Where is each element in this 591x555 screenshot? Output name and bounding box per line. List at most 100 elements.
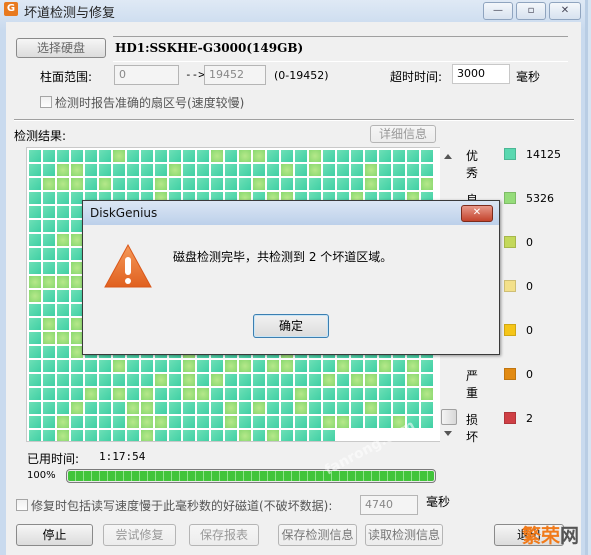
sector-cell (225, 374, 237, 386)
legend-label: 严重 (466, 369, 479, 400)
sector-cell (239, 164, 251, 176)
window-title: 坏道检测与修复 (24, 6, 116, 21)
sector-cell (225, 402, 237, 414)
sector-cell (253, 430, 265, 441)
sector-cell (393, 388, 405, 400)
select-disk-button[interactable]: 选择硬盘 (16, 38, 106, 58)
close-button[interactable]: ✕ (549, 2, 581, 20)
sector-cell (351, 164, 363, 176)
dialog-ok-button[interactable]: 确定 (253, 314, 329, 338)
sector-cell (99, 388, 111, 400)
sector-cell (407, 178, 419, 190)
sector-cell (57, 290, 69, 302)
sector-cell (29, 220, 41, 232)
dialog-close-button[interactable]: ✕ (461, 205, 493, 222)
report-exact-sector-checkbox[interactable] (40, 96, 52, 108)
legend-count: 5326 (526, 192, 554, 205)
sector-cell (71, 416, 83, 428)
sector-cell (323, 360, 335, 372)
minimize-button[interactable]: — (483, 2, 513, 20)
sector-cell (57, 262, 69, 274)
sector-cell (29, 164, 41, 176)
sector-cell (337, 360, 349, 372)
scroll-up-arrow-icon[interactable] (444, 154, 452, 159)
sector-cell (85, 164, 97, 176)
sector-cell (337, 150, 349, 162)
sector-cell (393, 150, 405, 162)
sector-cell (99, 178, 111, 190)
sector-cell (43, 374, 55, 386)
sector-cell (155, 388, 167, 400)
sector-cell (43, 248, 55, 260)
legend-swatch (504, 280, 516, 292)
sector-cell (253, 360, 265, 372)
sector-cell (323, 430, 335, 441)
sector-cell (379, 374, 391, 386)
legend-label: 损坏 (466, 413, 479, 444)
bad-sector-window: G 坏道检测与修复 — ▫ ✕ 选择硬盘 HD1:SSKHE-G3000(149… (0, 0, 588, 555)
sector-cell (85, 150, 97, 162)
cylinder-from-input[interactable]: 0 (114, 65, 179, 85)
maximize-button[interactable]: ▫ (516, 2, 546, 20)
sector-cell (127, 360, 139, 372)
sector-cell (365, 178, 377, 190)
sector-cell (57, 164, 69, 176)
sector-cell (197, 430, 209, 441)
sector-cell (141, 164, 153, 176)
sector-cell (253, 416, 265, 428)
try-repair-button[interactable]: 尝试修复 (103, 524, 176, 546)
sector-cell (309, 150, 321, 162)
sector-cell (379, 416, 391, 428)
sector-cell (57, 234, 69, 246)
scroll-down-arrow-icon[interactable] (444, 431, 452, 436)
sector-cell (183, 402, 195, 414)
sector-cell (323, 150, 335, 162)
sector-cell (29, 276, 41, 288)
sector-cell (113, 178, 125, 190)
sector-cell (43, 346, 55, 358)
sector-cell (281, 178, 293, 190)
save-report-button[interactable]: 保存报表 (189, 524, 259, 546)
sector-cell (141, 374, 153, 386)
sector-cell (29, 248, 41, 260)
sector-cell (421, 416, 433, 428)
sector-cell (141, 416, 153, 428)
sector-cell (239, 416, 251, 428)
sector-cell (211, 374, 223, 386)
sector-cell (43, 262, 55, 274)
legend-count: 14125 (526, 148, 561, 161)
corner-watermark: 繁荣网 (522, 521, 579, 548)
sector-cell (421, 164, 433, 176)
stop-button[interactable]: 停止 (16, 524, 93, 546)
sector-cell (169, 374, 181, 386)
scroll-thumb[interactable] (441, 409, 457, 425)
save-info-button[interactable]: 保存检测信息 (278, 524, 357, 546)
sector-cell (29, 150, 41, 162)
sector-cell (281, 430, 293, 441)
sector-cell (267, 360, 279, 372)
repair-threshold-input[interactable]: 4740 (360, 495, 418, 515)
sector-cell (379, 402, 391, 414)
sector-cell (127, 150, 139, 162)
sector-cell (365, 388, 377, 400)
repair-slow-tracks-checkbox[interactable] (16, 499, 28, 511)
sector-cell (127, 178, 139, 190)
dialog-title-bar[interactable]: DiskGenius ✕ (83, 201, 499, 225)
timeout-input[interactable]: 3000 (452, 64, 510, 84)
sector-cell (211, 416, 223, 428)
load-info-button[interactable]: 读取检测信息 (365, 524, 443, 546)
sector-cell (141, 430, 153, 441)
elapsed-label: 已用时间: (27, 452, 80, 466)
sector-cell (57, 248, 69, 260)
details-button[interactable]: 详细信息 (370, 125, 436, 143)
cylinder-to-input[interactable]: 19452 (204, 65, 266, 85)
sector-cell (43, 318, 55, 330)
legend-count: 0 (526, 280, 533, 293)
sector-cell (85, 402, 97, 414)
sector-cell (169, 402, 181, 414)
sector-cell (85, 360, 97, 372)
title-bar[interactable]: G 坏道检测与修复 — ▫ ✕ (0, 0, 585, 22)
legend-swatch (504, 148, 516, 160)
timeout-label: 超时时间: (390, 70, 443, 84)
sector-cell (295, 150, 307, 162)
